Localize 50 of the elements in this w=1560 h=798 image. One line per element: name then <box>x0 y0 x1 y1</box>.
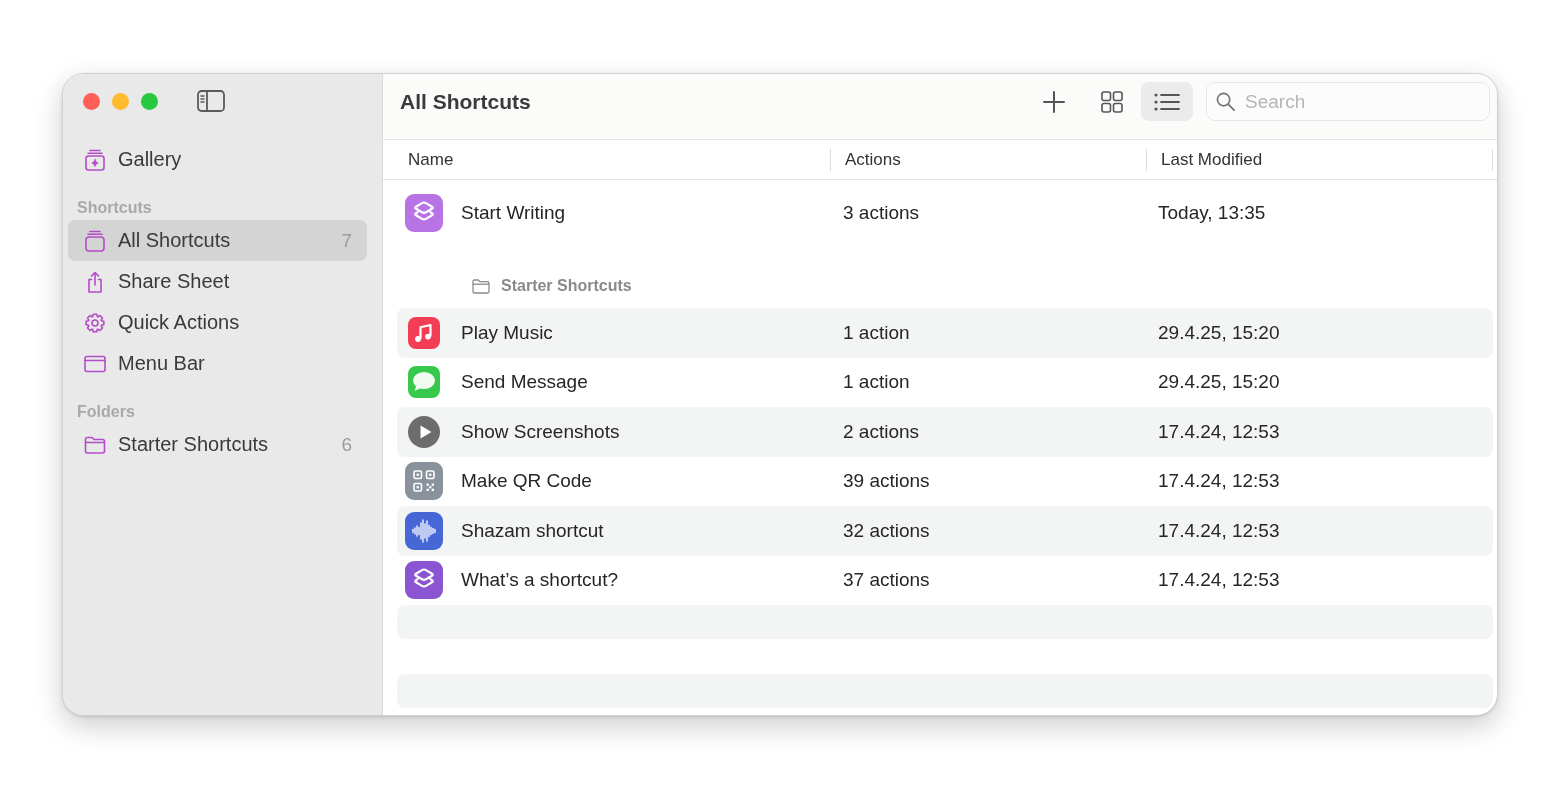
shortcut-name: Send Message <box>461 371 588 394</box>
table-row[interactable]: Shazam shortcut 32 actions 17.4.24, 12:53 <box>397 506 1493 556</box>
sparkle-card-icon <box>84 148 106 171</box>
action-count: 37 actions <box>843 569 930 591</box>
sidebar-item[interactable]: Menu Bar <box>68 343 367 384</box>
action-count: 39 actions <box>843 470 930 492</box>
action-count: 1 action <box>843 371 910 393</box>
shortcut-name: Play Music <box>461 321 553 344</box>
sidebar-item[interactable]: Starter Shortcuts 6 <box>68 424 367 465</box>
shortcut-name: Make QR Code <box>461 470 592 493</box>
sidebar-item[interactable]: Share Sheet <box>68 261 367 302</box>
column-header[interactable]: Name <box>397 148 830 171</box>
modified-date: 17.4.24, 12:53 <box>1158 470 1280 492</box>
action-count: 3 actions <box>843 202 920 223</box>
sidebar-item[interactable]: Quick Actions <box>68 302 367 343</box>
action-count: 2 actions <box>843 420 920 442</box>
modified-date: 29.4.25, 15:20 <box>1158 371 1280 393</box>
modified-date: Today, 13:35 <box>1158 202 1266 223</box>
list-view-button[interactable] <box>1141 82 1193 121</box>
plus-icon <box>1043 90 1065 113</box>
shortcut-name: Shazam shortcut <box>461 519 604 542</box>
section-title: Folders <box>76 402 136 422</box>
window-title: All Shortcuts <box>400 89 532 115</box>
folder-icon <box>472 278 490 294</box>
modified-date: 17.4.24, 12:53 <box>1158 569 1280 591</box>
sidebar-item[interactable]: All Shortcuts 7 <box>68 220 367 261</box>
search-icon <box>1216 92 1235 111</box>
grid-icon <box>1101 90 1123 113</box>
column-header[interactable]: Last Modified <box>1146 148 1493 171</box>
modified-date: 17.4.24, 12:53 <box>1158 420 1280 442</box>
action-count: 32 actions <box>843 519 930 541</box>
modified-date: 29.4.25, 15:20 <box>1158 321 1280 343</box>
item-count: 6 <box>341 433 352 456</box>
item-count: 7 <box>341 229 352 252</box>
list-icon <box>1154 92 1180 111</box>
sidebar-item[interactable]: Gallery <box>68 139 367 180</box>
shortcut-name: Show Screenshots <box>461 420 620 443</box>
modified-date: 17.4.24, 12:53 <box>1158 519 1280 541</box>
shortcut-name: Start Writing <box>461 202 566 224</box>
card-stack-icon <box>84 229 106 252</box>
table-row[interactable]: Play Music 1 action 29.4.25, 15:20 <box>397 308 1493 358</box>
sidebar-icon <box>197 90 225 112</box>
search-field[interactable]: Search <box>1206 82 1490 121</box>
section-title: Shortcuts <box>76 198 153 218</box>
group-header: Starter Shortcuts <box>501 276 632 296</box>
table-row[interactable]: Show Screenshots 2 actions 17.4.24, 12:53 <box>397 407 1493 457</box>
shortcut-name: What’s a shortcut? <box>461 569 618 592</box>
column-header[interactable]: Actions <box>830 148 1146 171</box>
action-count: 1 action <box>843 321 910 343</box>
gear-icon <box>84 311 106 334</box>
